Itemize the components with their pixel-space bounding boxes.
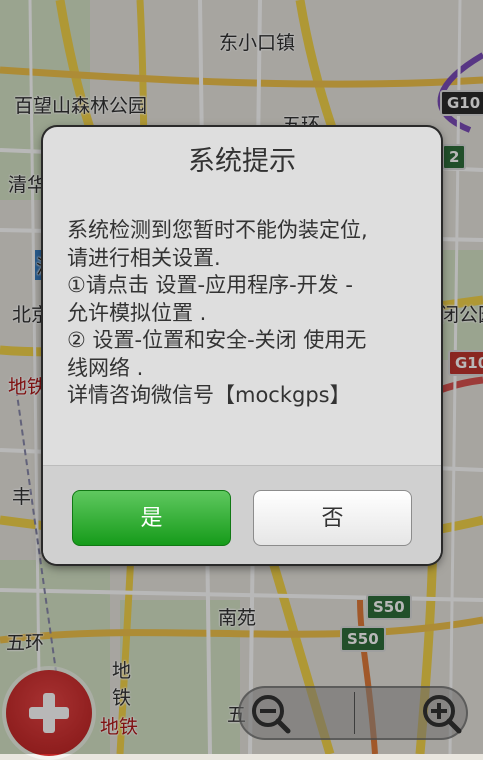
system-alert-dialog: 系统提示 系统检测到您暂时不能伪装定位, 请进行相关设置. ①请点击 设置-应用… — [43, 127, 441, 564]
dialog-message: 系统检测到您暂时不能伪装定位, 请进行相关设置. ①请点击 设置-应用程序-开发… — [67, 218, 368, 407]
dialog-title: 系统提示 — [188, 146, 296, 177]
yes-button[interactable]: 是 — [72, 490, 231, 546]
dialog-button-bar: 是 否 — [43, 465, 441, 564]
no-button[interactable]: 否 — [253, 490, 412, 546]
